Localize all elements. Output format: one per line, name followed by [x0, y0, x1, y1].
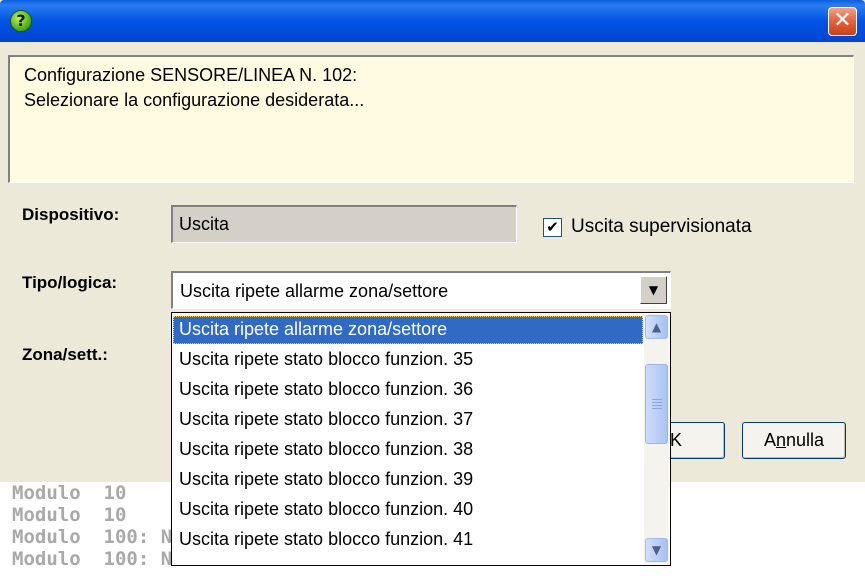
tipo-logica-label: Tipo/logica: — [22, 273, 118, 292]
dispositivo-label: Dispositivo: — [22, 205, 120, 224]
close-button[interactable]: ✕ — [828, 7, 857, 36]
dropdown-option[interactable]: Uscita ripete stato blocco funzion. 36 — [173, 376, 643, 404]
help-icon: ? — [10, 10, 32, 32]
grip-line — [652, 399, 662, 400]
ok-button-label: K — [670, 430, 683, 450]
tipo-logica-dropdown-list[interactable]: Uscita ripete allarme zona/settore Uscit… — [171, 312, 671, 566]
dropdown-option[interactable]: Uscita ripete stato blocco funzion. 38 — [173, 436, 643, 464]
chevron-down-icon[interactable]: ▼ — [640, 276, 667, 304]
scrollbar-thumb[interactable] — [645, 364, 668, 444]
annulla-label-mnemonic: n — [775, 430, 786, 450]
dropdown-option[interactable]: Uscita ripete stato blocco funzion. 41 — [173, 526, 643, 554]
dropdown-option[interactable]: Uscita ripete stato blocco funzion. 40 — [173, 496, 643, 524]
grip-line — [652, 408, 662, 409]
dropdown-option[interactable]: Uscita ripete stato blocco funzion. 37 — [173, 406, 643, 434]
dropdown-option[interactable]: Uscita ripete stato blocco funzion. 39 — [173, 466, 643, 494]
dropdown-scrollbar[interactable]: ▲ ▼ — [644, 314, 669, 564]
dropdown-option[interactable]: Uscita ripete stato blocco funzion. 35 — [173, 346, 643, 374]
tipo-logica-select[interactable]: Uscita ripete allarme zona/settore ▼ — [171, 271, 671, 309]
message-line-2: Selezionare la configurazione desiderata… — [24, 90, 365, 110]
zona-settore-label: Zona/sett.: — [22, 345, 108, 364]
scroll-down-icon[interactable]: ▼ — [645, 538, 668, 562]
dropdown-option[interactable]: Uscita ripete allarme zona/settore — [173, 316, 643, 344]
annulla-button[interactable]: Annulla — [742, 422, 846, 459]
message-box: Configurazione SENSORE/LINEA N. 102: Sel… — [8, 55, 854, 183]
scroll-up-icon[interactable]: ▲ — [645, 315, 668, 339]
message-line-1: Configurazione SENSORE/LINEA N. 102: — [24, 65, 358, 85]
grip-line — [652, 402, 662, 403]
grip-line — [652, 405, 662, 406]
dispositivo-field: Uscita — [171, 205, 517, 243]
tipo-logica-value: Uscita ripete allarme zona/settore — [180, 281, 449, 301]
annulla-label-start: A — [763, 430, 776, 450]
supervisionata-label[interactable]: Uscita supervisionata — [571, 216, 752, 238]
annulla-label-end: nulla — [786, 430, 825, 450]
supervisionata-checkbox[interactable]: ✔ — [543, 218, 562, 237]
title-bar[interactable]: ? ✕ — [0, 0, 865, 42]
